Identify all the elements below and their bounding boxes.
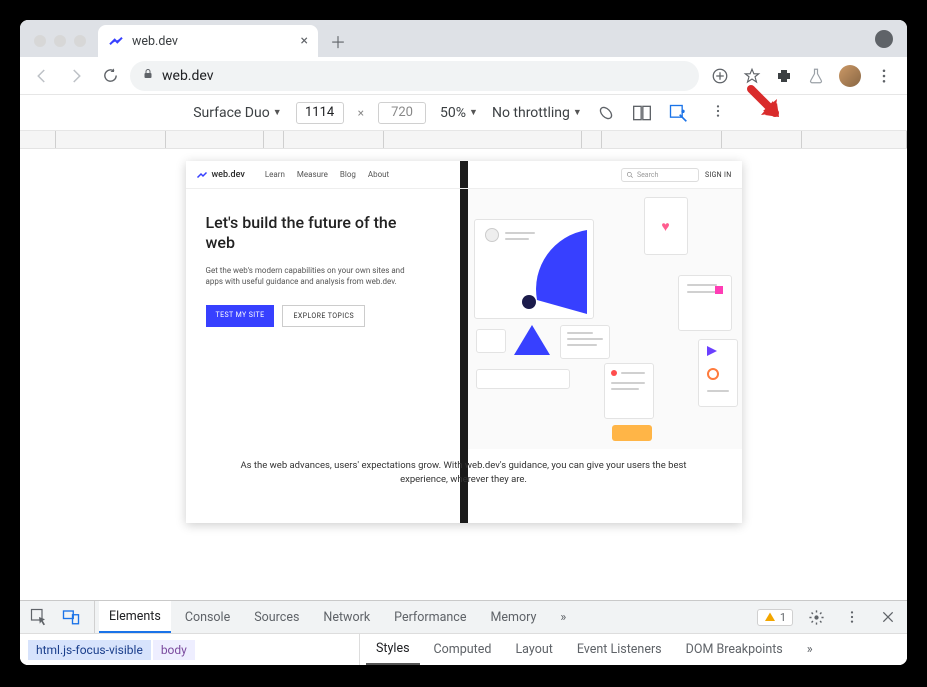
subtab-layout[interactable]: Layout — [505, 634, 562, 665]
forward-button[interactable] — [62, 62, 90, 90]
below-hero-text: As the web advances, users' expectations… — [186, 449, 742, 497]
site-brand-text: web.dev — [212, 170, 245, 180]
subtabs-overflow-icon[interactable]: » — [801, 642, 819, 657]
maximize-window-dot[interactable] — [74, 35, 86, 47]
extensions-puzzle-icon[interactable] — [775, 67, 793, 85]
bookmark-star-icon[interactable] — [743, 67, 761, 85]
devtools-settings-icon[interactable] — [803, 604, 829, 630]
tab-elements[interactable]: Elements — [99, 601, 171, 633]
breadcrumb-body[interactable]: body — [153, 640, 195, 660]
profile-badge-icon[interactable] — [875, 30, 893, 48]
rendered-page: web.dev Learn Measure Blog About Search … — [186, 161, 742, 523]
subtab-event-listeners[interactable]: Event Listeners — [567, 634, 672, 665]
labs-flask-icon[interactable] — [807, 67, 825, 85]
tab-performance[interactable]: Performance — [384, 601, 476, 633]
browser-tab[interactable]: web.dev × — [98, 25, 318, 57]
search-icon — [626, 171, 634, 179]
address-bar[interactable]: web.dev — [130, 61, 699, 91]
throttle-value: No throttling — [492, 105, 570, 121]
responsive-ruler[interactable] — [20, 131, 907, 149]
tab-console[interactable]: Console — [175, 601, 240, 633]
url-text: web.dev — [162, 68, 214, 84]
tab-network[interactable]: Network — [313, 601, 380, 633]
nav-measure[interactable]: Measure — [297, 170, 328, 179]
close-window-dot[interactable] — [34, 35, 46, 47]
play-icon — [707, 346, 717, 356]
search-placeholder: Search — [637, 171, 659, 179]
devtools-subbar: html.js-focus-visible body Styles Comput… — [20, 633, 907, 665]
search-input[interactable]: Search — [621, 168, 699, 182]
experimental-apis-icon[interactable] — [668, 103, 688, 123]
nav-blog[interactable]: Blog — [340, 170, 356, 179]
site-logo[interactable]: web.dev — [196, 169, 245, 181]
nav-learn[interactable]: Learn — [265, 170, 285, 179]
hero-illustration: ♥ — [464, 189, 742, 449]
profile-avatar[interactable] — [839, 65, 861, 87]
zoom-value: 50% — [440, 105, 466, 121]
header-right: Search SIGN IN — [621, 168, 732, 182]
tab-strip: web.dev × ＋ — [20, 20, 907, 57]
tab-memory[interactable]: Memory — [480, 601, 546, 633]
tab-title: web.dev — [132, 34, 178, 49]
width-input[interactable] — [296, 102, 344, 124]
devtools-menu-icon[interactable] — [839, 604, 865, 630]
chevron-down-icon: ▼ — [273, 107, 282, 118]
warnings-badge[interactable]: 1 — [757, 609, 793, 626]
hero-title: Let's build the future of the web — [206, 213, 406, 253]
tab-close-icon[interactable]: × — [301, 33, 308, 49]
device-toolbar-more-icon[interactable] — [710, 103, 726, 123]
dual-screen-icon[interactable] — [632, 103, 652, 123]
hero-cta-row: TEST MY SITE EXPLORE TOPICS — [206, 305, 444, 327]
emulated-viewport: web.dev Learn Measure Blog About Search … — [20, 149, 907, 564]
toolbar-right — [705, 65, 899, 87]
warnings-count: 1 — [780, 611, 786, 624]
chevron-down-icon: ▼ — [469, 107, 478, 118]
tabs-overflow-icon[interactable]: » — [550, 601, 576, 633]
devtools-close-icon[interactable] — [875, 604, 901, 630]
device-name: Surface Duo — [193, 105, 269, 121]
devtools-tabbar: Elements Console Sources Network Perform… — [20, 601, 907, 633]
device-toolbar: Surface Duo▼ × 50%▼ No throttling▼ — [20, 95, 907, 131]
chrome-menu-icon[interactable] — [875, 67, 893, 85]
rotate-icon[interactable] — [596, 103, 616, 123]
lock-icon — [142, 68, 154, 83]
reload-button[interactable] — [96, 62, 124, 90]
dom-breadcrumbs: html.js-focus-visible body — [20, 634, 360, 665]
device-toolbar-right — [596, 103, 688, 123]
site-nav: Learn Measure Blog About — [265, 170, 389, 179]
hero-description: Get the web's modern capabilities on you… — [206, 265, 406, 287]
heart-icon: ♥ — [661, 218, 669, 235]
device-select[interactable]: Surface Duo ▼ — [193, 105, 281, 121]
new-tab-button[interactable]: ＋ — [324, 27, 352, 55]
triangle-icon — [514, 325, 550, 355]
devtools-panel: Elements Console Sources Network Perform… — [20, 600, 907, 665]
tab-sources[interactable]: Sources — [244, 601, 309, 633]
tab-favicon — [108, 33, 124, 49]
dimension-separator: × — [358, 106, 364, 120]
inspect-element-icon[interactable] — [26, 604, 52, 630]
warning-icon — [764, 611, 776, 623]
page-header: web.dev Learn Measure Blog About Search … — [186, 161, 742, 189]
browser-window: web.dev × ＋ web.dev — [20, 20, 907, 665]
throttle-select[interactable]: No throttling▼ — [492, 105, 582, 121]
hero-left: Let's build the future of the web Get th… — [186, 189, 464, 449]
window-controls — [34, 35, 86, 47]
minimize-window-dot[interactable] — [54, 35, 66, 47]
height-input[interactable] — [378, 102, 426, 124]
device-mode-icon[interactable] — [58, 604, 84, 630]
nav-about[interactable]: About — [368, 170, 389, 179]
subtab-styles[interactable]: Styles — [366, 634, 420, 665]
styles-subtabs: Styles Computed Layout Event Listeners D… — [360, 634, 819, 665]
explore-topics-button[interactable]: EXPLORE TOPICS — [282, 305, 365, 327]
zoom-select[interactable]: 50%▼ — [440, 105, 478, 121]
back-button[interactable] — [28, 62, 56, 90]
toolbar: web.dev — [20, 57, 907, 95]
subtab-dom-breakpoints[interactable]: DOM Breakpoints — [676, 634, 793, 665]
test-site-button[interactable]: TEST MY SITE — [206, 305, 275, 327]
signin-button[interactable]: SIGN IN — [705, 171, 732, 179]
chevron-down-icon: ▼ — [573, 107, 582, 118]
install-icon[interactable] — [711, 67, 729, 85]
breadcrumb-html[interactable]: html.js-focus-visible — [28, 640, 151, 660]
subtab-computed[interactable]: Computed — [424, 634, 502, 665]
